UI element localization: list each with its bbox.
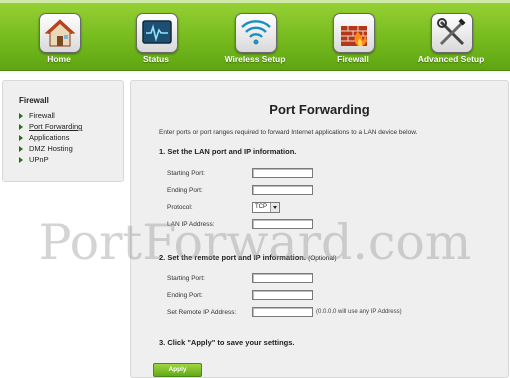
remote-starting-port-label: Starting Port: [167,275,205,282]
nav-status-label: Status [143,54,169,64]
section-1-heading: 1. Set the LAN port and IP information. [159,147,297,156]
sidebar-item-applications[interactable]: Applications [19,133,82,144]
sidebar-item-label: DMZ Hosting [29,144,73,153]
sidebar-item-dmz-hosting[interactable]: DMZ Hosting [19,144,82,155]
nav-advanced-setup-label: Advanced Setup [417,54,485,64]
home-icon [39,13,81,53]
wifi-icon [235,13,277,53]
section-3-heading: 3. Click "Apply" to save your settings. [159,338,295,347]
tools-icon [431,13,473,53]
nav-wireless-setup-label: Wireless Setup [224,54,286,64]
sidebar-item-label: Port Forwarding [29,122,83,131]
sidebar-title: Firewall [19,96,49,105]
sidebar-item-upnp[interactable]: UPnP [19,155,82,166]
remote-ending-port-label: Ending Port: [167,292,203,299]
sidebar-item-firewall[interactable]: Firewall [19,111,82,122]
arrow-right-icon [19,157,23,163]
main-content-panel: Port Forwarding Enter ports or port rang… [130,80,509,378]
section-2-heading-text: 2. Set the remote port and IP informatio… [159,253,306,262]
remote-ip-hint: (0.0.0.0 will use any IP Address) [316,309,402,315]
apply-button[interactable]: Apply [153,363,202,377]
top-nav-bar: Home Status Wireless Setup Firewall Adva… [0,0,510,71]
lan-ending-port-label: Ending Port: [167,187,203,194]
page-title: Port Forwarding [269,102,370,117]
lan-starting-port-label: Starting Port: [167,170,205,177]
sidebar-menu: Firewall Port Forwarding Applications DM… [19,111,82,166]
sidebar-item-label: UPnP [29,155,49,164]
nav-status[interactable]: Status [110,0,202,70]
protocol-select[interactable]: TCP [252,202,280,213]
nav-wireless-setup[interactable]: Wireless Setup [209,0,301,70]
arrow-right-icon [19,124,23,130]
remote-ending-port-input[interactable] [252,290,313,300]
sidebar-item-label: Firewall [29,111,55,120]
firewall-icon [333,13,375,53]
lan-ending-port-input[interactable] [252,185,313,195]
arrow-right-icon [19,113,23,119]
nav-advanced-setup[interactable]: Advanced Setup [405,0,497,70]
arrow-right-icon [19,146,23,152]
arrow-right-icon [19,135,23,141]
lan-ip-address-label: LAN IP Address: [167,221,215,228]
protocol-label: Protocol: [167,204,193,211]
nav-firewall[interactable]: Firewall [307,0,399,70]
nav-home[interactable]: Home [13,0,105,70]
sidebar-item-label: Applications [29,133,70,142]
optional-note: (Optional) [308,255,337,262]
nav-firewall-label: Firewall [337,54,369,64]
sidebar-item-port-forwarding[interactable]: Port Forwarding [19,122,82,133]
sidebar: Firewall Firewall Port Forwarding Applic… [2,80,124,182]
nav-home-label: Home [47,54,71,64]
remote-ip-address-label: Set Remote IP Address: [167,309,237,316]
lan-ip-address-input[interactable] [252,219,313,229]
remote-ip-address-input[interactable] [252,307,313,317]
lan-starting-port-input[interactable] [252,168,313,178]
status-monitor-icon [136,13,178,53]
chevron-down-icon [270,203,279,212]
section-2-heading: 2. Set the remote port and IP informatio… [159,253,337,262]
intro-text: Enter ports or port ranges required to f… [159,129,418,136]
remote-starting-port-input[interactable] [252,273,313,283]
protocol-select-value: TCP [255,204,267,210]
